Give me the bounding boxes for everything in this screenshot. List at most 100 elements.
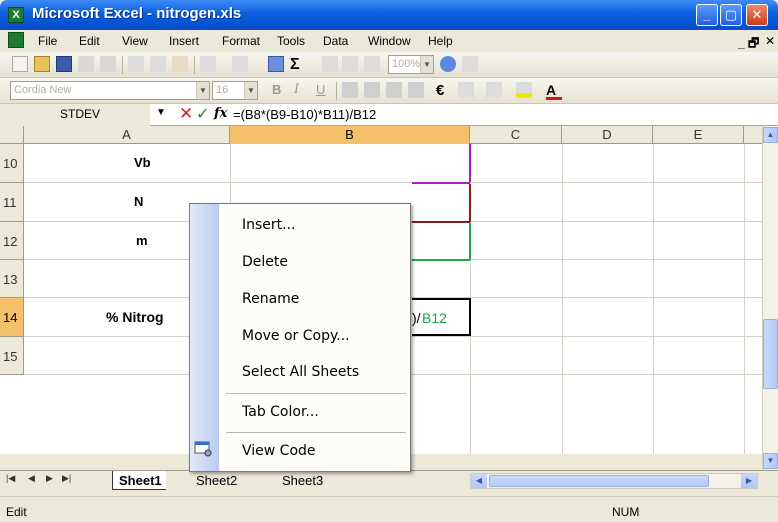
menu-data[interactable]: Data (323, 34, 348, 48)
excel-app-icon[interactable]: X (8, 7, 24, 23)
row-header-13[interactable]: 13 (0, 260, 24, 298)
column-header-b[interactable]: B (230, 126, 470, 144)
scroll-left-icon[interactable]: ◀ (471, 474, 487, 488)
menu-view[interactable]: View (122, 34, 148, 48)
column-header-e[interactable]: E (653, 126, 744, 144)
align-right-icon[interactable] (386, 82, 402, 98)
font-color-icon[interactable]: A (546, 82, 562, 100)
maximize-button[interactable]: ▢ (720, 4, 742, 26)
cell-a12[interactable]: m (136, 233, 148, 248)
permission-icon[interactable] (78, 56, 94, 72)
workbook-icon[interactable] (8, 32, 24, 48)
formula-input[interactable]: =(B8*(B9-B10)*B11)/B12 (233, 107, 376, 122)
name-box[interactable]: STDEV (0, 104, 150, 126)
underline-icon[interactable]: U (316, 82, 332, 98)
column-header-a[interactable]: A (24, 126, 230, 144)
prev-sheet-icon[interactable]: ◀ (28, 473, 35, 484)
print-preview-icon[interactable] (128, 56, 144, 72)
help-icon[interactable] (440, 56, 456, 72)
menu-file[interactable]: File (38, 34, 57, 48)
status-num-lock: NUM (612, 505, 640, 519)
menu-item-tab-color[interactable]: Tab Color... (219, 395, 411, 432)
chevron-down-icon[interactable]: ▼ (196, 82, 209, 99)
ref-border-purple (412, 182, 470, 184)
row-header-10[interactable]: 10 (0, 144, 24, 183)
redo-icon[interactable] (232, 56, 248, 72)
chart-wizard-icon[interactable] (364, 56, 380, 72)
merge-center-icon[interactable] (408, 82, 424, 98)
minimize-button[interactable]: _ (696, 4, 718, 26)
row-header-12[interactable]: 12 (0, 222, 24, 260)
font-combo[interactable]: Cordia New ▼ (10, 81, 210, 100)
toolbar-options-icon[interactable] (462, 56, 478, 72)
tab-sheet2[interactable]: Sheet2 (196, 471, 237, 490)
menu-item-view-code[interactable]: View Code (219, 434, 411, 471)
vertical-scrollbar[interactable]: ▲ ▼ (762, 126, 778, 470)
align-left-icon[interactable] (342, 82, 358, 98)
title-bar[interactable]: X Microsoft Excel - nitrogen.xls _ ▢ ✕ (0, 0, 778, 30)
doc-close-icon[interactable]: ✕ (765, 34, 775, 48)
first-sheet-icon[interactable]: |◀ (6, 473, 15, 484)
zoom-combo[interactable]: 100% ▼ (388, 55, 434, 74)
bold-icon[interactable]: B (272, 82, 288, 98)
currency-icon[interactable]: € (436, 82, 452, 99)
print-icon[interactable] (100, 56, 116, 72)
menu-insert[interactable]: Insert (169, 34, 199, 48)
font-size-combo[interactable]: 16 ▼ (212, 81, 258, 100)
select-all-corner[interactable] (0, 126, 24, 144)
sort-ascending-icon[interactable] (322, 56, 338, 72)
undo-icon[interactable] (200, 56, 216, 72)
italic-icon[interactable]: I (294, 82, 310, 98)
menu-edit[interactable]: Edit (79, 34, 100, 48)
spelling-icon[interactable] (172, 56, 188, 72)
scroll-up-icon[interactable]: ▲ (763, 127, 778, 143)
tab-sheet3[interactable]: Sheet3 (282, 471, 323, 490)
scroll-down-icon[interactable]: ▼ (763, 453, 778, 469)
menu-item-insert[interactable]: Insert... (219, 208, 411, 245)
chevron-down-icon[interactable]: ▼ (244, 82, 257, 99)
menu-tools[interactable]: Tools (277, 34, 305, 48)
research-icon[interactable] (150, 56, 166, 72)
cancel-icon[interactable]: ✕ (179, 104, 193, 124)
new-icon[interactable] (12, 56, 28, 72)
sheet-tab-context-menu: Insert... Delete Rename Move or Copy... … (189, 203, 411, 472)
borders-icon[interactable] (486, 82, 502, 98)
autosum-icon[interactable]: Σ (290, 56, 306, 73)
cell-a10[interactable]: Vb (134, 155, 151, 170)
sort-descending-icon[interactable] (342, 56, 358, 72)
percent-style-icon[interactable] (458, 82, 474, 98)
save-icon[interactable] (56, 56, 72, 72)
row-header-11[interactable]: 11 (0, 183, 24, 222)
vertical-scroll-thumb[interactable] (763, 319, 778, 389)
cell-a11[interactable]: N (134, 194, 143, 209)
align-center-icon[interactable] (364, 82, 380, 98)
menu-help[interactable]: Help (428, 34, 453, 48)
horizontal-scroll-thumb[interactable] (489, 475, 709, 487)
menu-window[interactable]: Window (368, 34, 411, 48)
menu-item-rename[interactable]: Rename (219, 282, 411, 319)
close-button[interactable]: ✕ (746, 4, 768, 26)
column-header-c[interactable]: C (470, 126, 562, 144)
horizontal-scrollbar[interactable]: ◀ ▶ (470, 473, 758, 489)
grid-line (562, 144, 563, 454)
menu-item-select-all-sheets[interactable]: Select All Sheets (219, 355, 411, 392)
menu-item-delete[interactable]: Delete (219, 245, 411, 282)
column-header-d[interactable]: D (562, 126, 653, 144)
last-sheet-icon[interactable]: ▶| (62, 473, 71, 484)
insert-function-icon[interactable]: fx (214, 106, 227, 121)
menu-format[interactable]: Format (222, 34, 260, 48)
hyperlink-icon[interactable] (268, 56, 284, 72)
open-icon[interactable] (34, 56, 50, 72)
fill-color-icon[interactable] (516, 82, 532, 98)
tab-sheet1[interactable]: Sheet1 (112, 471, 166, 490)
menu-item-move-or-copy[interactable]: Move or Copy... (219, 319, 411, 356)
scroll-right-icon[interactable]: ▶ (741, 474, 757, 488)
next-sheet-icon[interactable]: ▶ (46, 473, 53, 484)
cell-a14[interactable]: % Nitrog (106, 309, 164, 325)
chevron-down-icon[interactable]: ▼ (420, 56, 433, 73)
enter-check-icon[interactable]: ✓ (196, 104, 209, 124)
chevron-down-icon[interactable]: ▼ (156, 107, 166, 118)
row-header-15[interactable]: 15 (0, 337, 24, 375)
row-header-14[interactable]: 14 (0, 298, 24, 337)
active-cell-b14[interactable]: )/ B12 (412, 298, 471, 336)
